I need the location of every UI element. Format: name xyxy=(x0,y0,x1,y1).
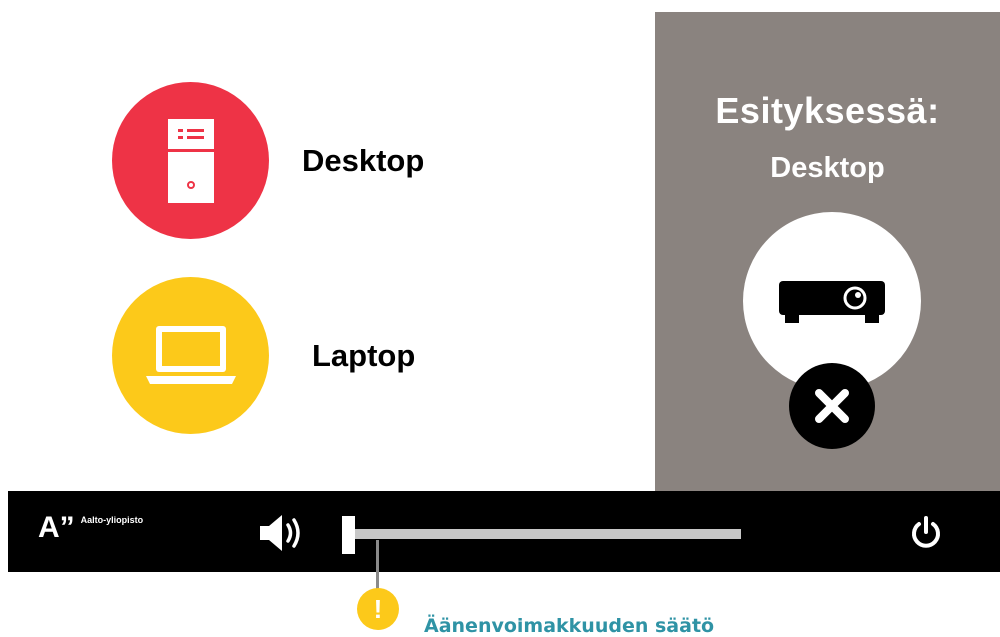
source-laptop-button[interactable]: Laptop xyxy=(112,277,415,434)
callout-connector xyxy=(376,540,379,592)
power-icon xyxy=(912,516,940,548)
volume-slider-thumb[interactable] xyxy=(342,516,355,554)
presenting-source: Desktop xyxy=(770,152,885,184)
display-screen: Desktop Laptop Esityksessä: Desktop A” A… xyxy=(8,12,1000,572)
callout-alert-icon: ! xyxy=(357,588,399,630)
bottom-bar: A” Aalto-yliopisto xyxy=(8,491,1000,572)
presenting-panel: Esityksessä: Desktop xyxy=(655,12,1000,491)
volume-slider-track[interactable] xyxy=(353,529,741,539)
logo-mark: A” xyxy=(38,511,75,544)
source-laptop-label: Laptop xyxy=(312,337,416,373)
stop-presenting-button[interactable] xyxy=(789,363,875,449)
power-button[interactable] xyxy=(910,515,942,556)
presenting-title: Esityksessä: xyxy=(715,90,940,131)
source-desktop-label: Desktop xyxy=(302,142,425,178)
desktop-source-circle xyxy=(112,82,269,239)
laptop-source-circle xyxy=(112,277,269,434)
close-icon xyxy=(815,389,849,423)
desktop-tower-icon xyxy=(167,118,214,203)
aalto-logo: A” Aalto-yliopisto xyxy=(38,513,143,543)
projector-icon xyxy=(779,281,885,323)
logo-text: Aalto-yliopisto xyxy=(80,515,144,525)
volume-button[interactable] xyxy=(258,513,306,558)
callout-label: Äänenvoimakkuuden säätö xyxy=(424,615,715,637)
speaker-icon xyxy=(260,515,300,551)
source-list: Desktop Laptop xyxy=(8,12,655,491)
laptop-icon xyxy=(145,325,236,384)
source-desktop-button[interactable]: Desktop xyxy=(112,82,424,239)
